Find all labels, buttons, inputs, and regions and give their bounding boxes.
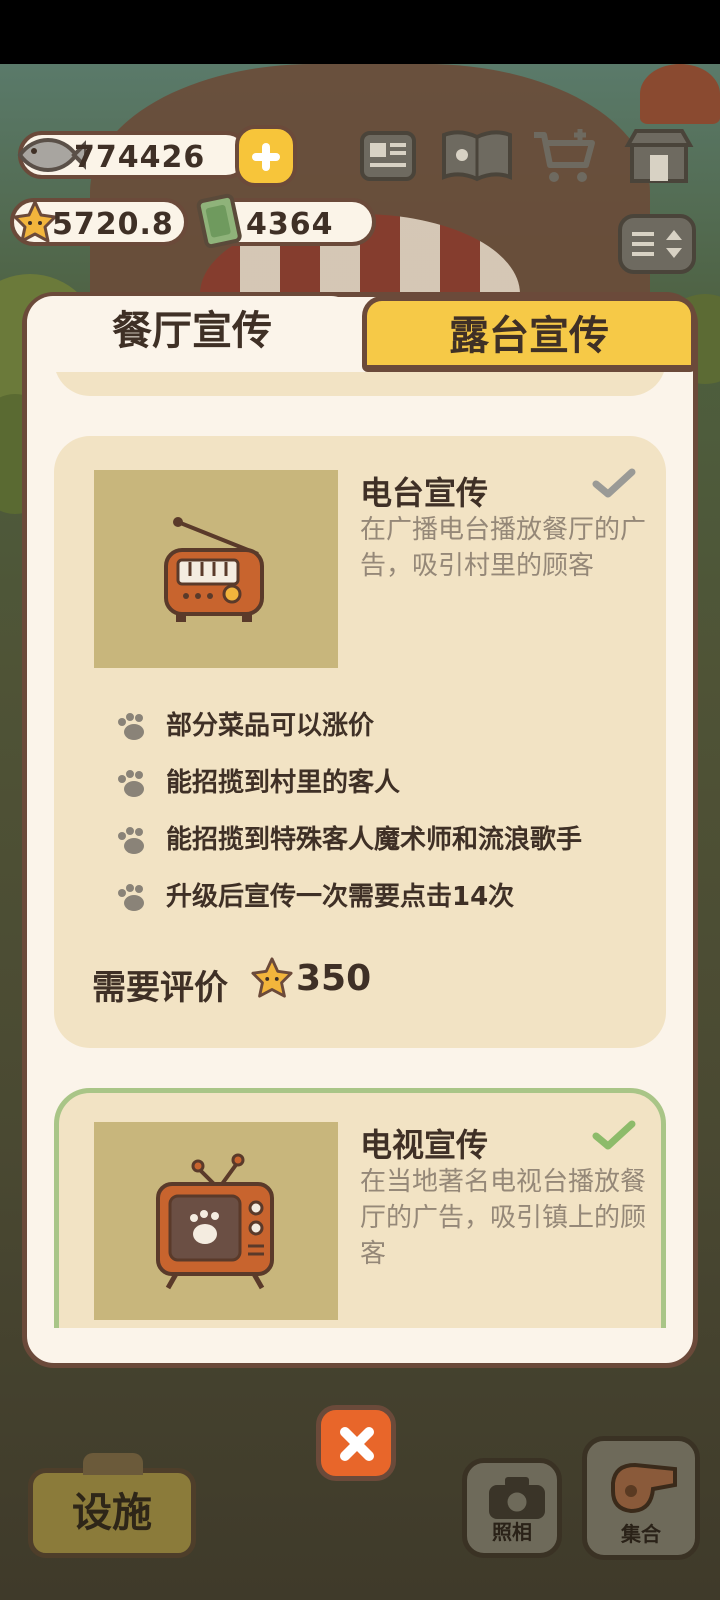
promotion-list[interactable]: 电台宣传 在广播电台播放餐厅的广告，吸引村里的顾客 部分菜品可以涨价 能招揽到村… [32, 372, 688, 1328]
clipboard-clip [83, 1453, 143, 1475]
feature-text: 升级后宣传一次需要点击14次 [166, 882, 515, 912]
facility-button[interactable]: 设施 [28, 1453, 196, 1558]
fish-count: 774426 [74, 140, 206, 175]
tv-thumbnail [94, 1122, 338, 1320]
recipe-book-button[interactable] [440, 125, 514, 187]
requirement-value: 350 [296, 958, 372, 999]
paw-icon [118, 827, 144, 854]
add-currency-button[interactable] [235, 125, 297, 187]
photo-button[interactable]: 照相 [462, 1458, 562, 1558]
book-icon [442, 130, 512, 182]
status-bar [0, 0, 720, 64]
cash-currency: 4364 [196, 193, 376, 248]
tab-terrace-promotion[interactable]: 露台宣传 [362, 296, 696, 372]
news-button[interactable] [356, 125, 420, 187]
card-description: 在当地著名电视台播放餐厅的广告，吸引镇上的顾客 [360, 1167, 647, 1269]
cash-count: 4364 [246, 207, 334, 242]
close-button[interactable] [316, 1405, 396, 1481]
paw-icon [118, 770, 144, 797]
feature-item: 能招揽到村里的客人 [114, 755, 654, 812]
previous-card [54, 372, 666, 396]
gather-label: 集合 [621, 1522, 661, 1546]
paw-icon [118, 713, 144, 740]
check-icon [592, 468, 636, 498]
sort-toggle-button[interactable] [616, 212, 698, 276]
radio-icon [164, 517, 264, 622]
paw-icon [118, 884, 144, 911]
tv-icon [156, 1153, 274, 1290]
cart-icon [534, 129, 595, 182]
card-title: 电台宣传 [360, 474, 489, 512]
radio-thumbnail [94, 470, 338, 668]
gather-button[interactable]: 集合 [582, 1436, 700, 1560]
cash-icon [196, 193, 242, 248]
feature-item: 升级后宣传一次需要点击14次 [114, 869, 654, 926]
photo-label: 照相 [492, 1520, 532, 1544]
fish-currency: 774426 [17, 131, 250, 179]
feature-text: 部分菜品可以涨价 [166, 711, 375, 741]
feature-text: 能招揽到村里的客人 [166, 768, 401, 798]
tv-promotion-card[interactable]: 电视宣传 在当地著名电视台播放餐厅的广告，吸引镇上的顾客 [54, 1088, 666, 1328]
star-count: 5720.8 [52, 207, 174, 242]
sort-icon [618, 214, 696, 274]
store-icon [624, 129, 694, 183]
feature-text: 能招揽到特殊客人魔术师和流浪歌手 [166, 825, 583, 855]
shop-cart-button[interactable] [530, 125, 602, 187]
whistle-icon [611, 1462, 677, 1514]
card-description: 在广播电台播放餐厅的广告，吸引村里的顾客 [360, 515, 647, 581]
feature-list: 部分菜品可以涨价 能招揽到村里的客人 能招揽到特殊客人魔术师和流浪歌手 升级后宣… [114, 698, 654, 926]
tab-restaurant-promotion[interactable]: 餐厅宣传 [27, 296, 357, 372]
newspaper-icon [360, 131, 416, 181]
radio-promotion-card[interactable]: 电台宣传 在广播电台播放餐厅的广告，吸引村里的顾客 部分菜品可以涨价 能招揽到村… [54, 436, 666, 1048]
facility-label: 设施 [72, 1490, 152, 1536]
requirement-label: 需要评价 [92, 968, 228, 1008]
star-icon [251, 957, 293, 998]
feature-item: 能招揽到特殊客人魔术师和流浪歌手 [114, 812, 654, 869]
star-rating: 5720.8 [10, 198, 188, 246]
feature-item: 部分菜品可以涨价 [114, 698, 654, 755]
store-button[interactable] [622, 125, 696, 187]
check-icon [592, 1120, 636, 1150]
card-title: 电视宣传 [360, 1126, 489, 1164]
